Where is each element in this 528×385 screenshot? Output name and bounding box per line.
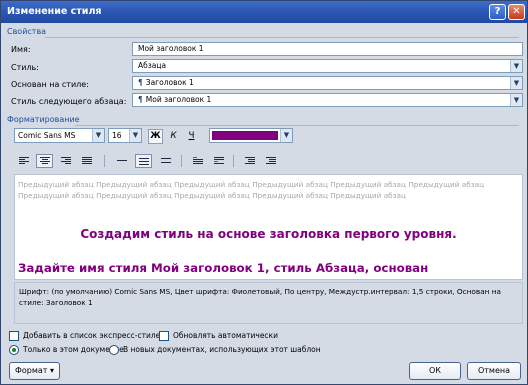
name-label: Имя: — [11, 45, 31, 54]
space-before-increase-button[interactable] — [189, 154, 206, 168]
bold-button[interactable]: Ж — [148, 129, 163, 144]
align-right-icon — [61, 157, 71, 166]
increase-indent-button[interactable] — [262, 154, 279, 168]
chevron-down-icon[interactable]: ▼ — [129, 129, 141, 142]
based-on-value: Заголовок 1 — [145, 78, 194, 87]
preview-line-1: Создадим стиль на основе заголовка перво… — [80, 227, 457, 241]
italic-button[interactable]: К — [166, 129, 181, 144]
chevron-down-icon[interactable]: ▼ — [510, 60, 522, 72]
name-value: Мой заголовок 1 — [138, 44, 204, 53]
close-button[interactable]: ✕ — [508, 4, 525, 20]
underline-button[interactable]: Ч — [184, 129, 199, 144]
chevron-down-icon[interactable]: ▼ — [92, 129, 104, 142]
auto-update-label: Обновлять автоматически — [173, 331, 278, 340]
properties-header: Свойства — [7, 27, 47, 36]
chevron-down-icon[interactable]: ▼ — [280, 129, 292, 142]
style-type-select[interactable]: Абзаца ▼ — [132, 59, 523, 73]
chevron-down-icon: ▾ — [50, 366, 55, 375]
align-center-button[interactable] — [36, 154, 53, 168]
next-style-value: Мой заголовок 1 — [145, 95, 212, 104]
chevron-down-icon[interactable]: ▼ — [510, 77, 522, 89]
formatting-divider — [75, 125, 519, 126]
style-type-value: Абзаца — [138, 61, 167, 70]
auto-update-checkbox[interactable] — [159, 331, 169, 341]
title-bar: Изменение стиля ? ✕ — [1, 1, 527, 23]
font-color-swatch — [212, 131, 278, 140]
paragraph-mark-icon: ¶ — [138, 78, 143, 87]
single-spacing-icon — [117, 160, 127, 169]
style-description: Шрифт: (по умолчанию) Comic Sans MS, Цве… — [14, 282, 523, 324]
justify-button[interactable] — [78, 154, 95, 168]
dialog-title: Изменение стиля — [7, 6, 102, 17]
formatting-header: Форматирование — [7, 115, 80, 124]
font-color-picker[interactable]: ▼ — [209, 128, 293, 143]
toolbar-separator — [233, 155, 234, 167]
toolbar-separator — [181, 155, 182, 167]
help-button[interactable]: ? — [489, 4, 506, 20]
font-name-value: Comic Sans MS — [18, 131, 76, 140]
name-input[interactable]: Мой заголовок 1 — [132, 42, 523, 56]
toolbar-separator — [104, 155, 105, 167]
paragraph-mark-icon: ¶ — [138, 95, 143, 104]
based-on-select[interactable]: ¶ Заголовок 1 ▼ — [132, 76, 523, 90]
preview-line-2: Задайте имя стиля Мой заголовок 1, стиль… — [18, 261, 429, 275]
space-before-icon — [193, 157, 203, 166]
style-type-label: Стиль: — [11, 63, 39, 72]
font-name-select[interactable]: Comic Sans MS ▼ — [14, 128, 105, 143]
align-center-icon — [40, 157, 50, 166]
align-left-button[interactable] — [15, 154, 32, 168]
add-to-quick-styles-label: Добавить в список экспресс-стилей — [23, 331, 166, 340]
based-on-label: Основан на стиле: — [11, 80, 89, 89]
align-left-icon — [19, 157, 29, 166]
cancel-button[interactable]: Отмена — [467, 362, 521, 380]
double-spacing-icon — [161, 158, 171, 167]
font-size-select[interactable]: 16 ▼ — [108, 128, 142, 143]
modify-style-dialog: Изменение стиля ? ✕ Свойства Имя: Мой за… — [0, 0, 528, 385]
next-style-label: Стиль следующего абзаца: — [11, 97, 127, 106]
one-half-spacing-button[interactable] — [135, 154, 152, 168]
double-spacing-button[interactable] — [157, 154, 174, 168]
properties-divider — [45, 37, 519, 38]
new-documents-label: В новых документах, использующих этот ша… — [123, 345, 321, 354]
space-after-icon — [214, 157, 224, 166]
single-spacing-button[interactable] — [113, 154, 130, 168]
previous-paragraph-text: Предыдущий абзац Предыдущий абзац Предыд… — [18, 180, 485, 200]
increase-indent-icon — [266, 157, 276, 166]
next-style-select[interactable]: ¶ Мой заголовок 1 ▼ — [132, 93, 523, 107]
style-preview-pane: Предыдущий абзац Предыдущий абзац Предыд… — [14, 174, 523, 280]
format-button-label: Формат — [14, 366, 48, 375]
new-documents-radio[interactable] — [109, 345, 119, 355]
align-right-button[interactable] — [57, 154, 74, 168]
format-menu-button[interactable]: Формат ▾ — [9, 362, 60, 380]
chevron-down-icon[interactable]: ▼ — [510, 94, 522, 106]
justify-icon — [82, 157, 92, 166]
decrease-indent-icon — [245, 157, 255, 166]
only-this-document-radio[interactable] — [9, 345, 19, 355]
space-before-decrease-button[interactable] — [210, 154, 227, 168]
decrease-indent-button[interactable] — [241, 154, 258, 168]
one-half-spacing-icon — [139, 158, 149, 167]
ok-button[interactable]: ОК — [409, 362, 461, 380]
add-to-quick-styles-checkbox[interactable] — [9, 331, 19, 341]
font-size-value: 16 — [112, 131, 122, 140]
